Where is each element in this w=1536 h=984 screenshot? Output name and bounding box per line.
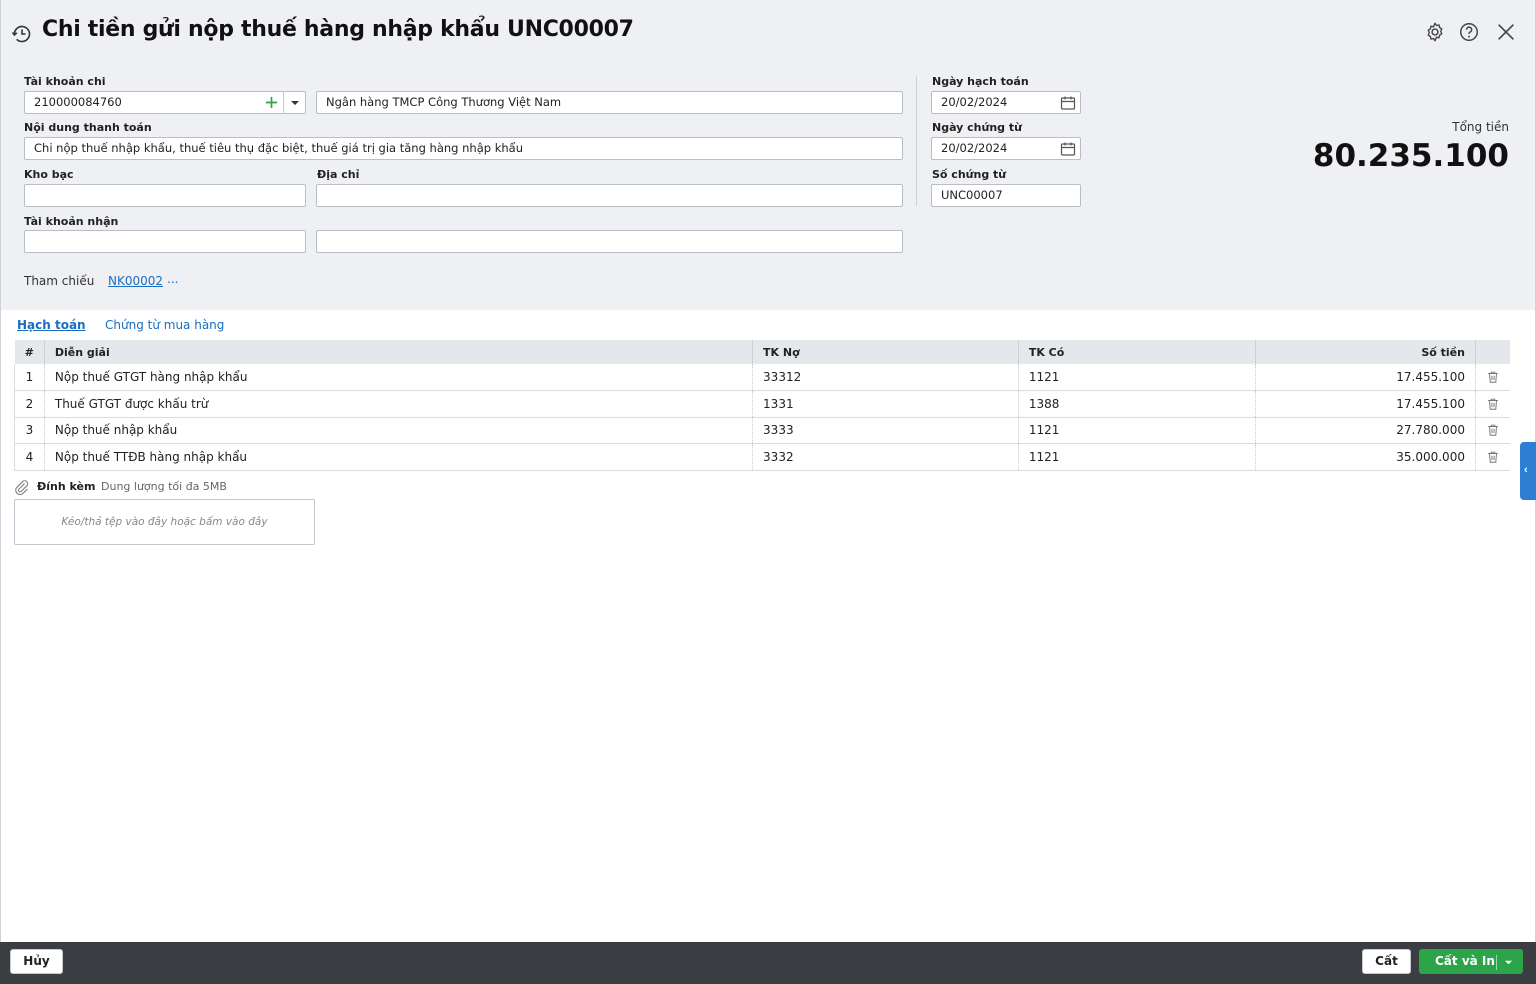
row-tk-co[interactable]: 1121 <box>1018 364 1256 391</box>
trash-icon[interactable] <box>1486 450 1500 464</box>
row-tk-co[interactable]: 1121 <box>1018 443 1256 471</box>
table-row[interactable]: 2 Thuế GTGT được khấu trừ 1331 1388 17.4… <box>14 390 1510 418</box>
ngay-hach-toan-value: 20/02/2024 <box>941 95 1008 109</box>
cancel-button[interactable]: Hủy <box>10 949 63 974</box>
caret-down-icon[interactable] <box>290 98 300 108</box>
save-and-print-label: Cất và In <box>1435 954 1495 968</box>
row-tk-no[interactable]: 3333 <box>752 417 1019 444</box>
row-dien-giai[interactable]: Nộp thuế GTGT hàng nhập khẩu <box>44 364 754 391</box>
so-chung-tu-label: Số chứng từ <box>932 168 1007 181</box>
tai-khoan-chi-input[interactable]: 210000084760 <box>24 91 306 114</box>
row-tk-co[interactable]: 1388 <box>1018 390 1256 418</box>
row-tk-no[interactable]: 1331 <box>752 390 1019 418</box>
row-tk-co[interactable]: 1121 <box>1018 417 1256 444</box>
row-dien-giai[interactable]: Nộp thuế nhập khẩu <box>44 417 754 444</box>
ngay-chung-tu-value: 20/02/2024 <box>941 141 1008 155</box>
paperclip-icon <box>15 480 29 495</box>
save-button[interactable]: Cất <box>1362 949 1411 974</box>
tham-chieu-link[interactable]: NK00002 <box>108 274 163 288</box>
row-so-tien[interactable]: 35.000.000 <box>1255 443 1476 471</box>
form-header-panel: Chi tiền gửi nộp thuế hàng nhập khẩu UNC… <box>0 0 1536 310</box>
input-divider <box>283 92 284 113</box>
dia-chi-label: Địa chỉ <box>317 168 360 181</box>
row-actions <box>1475 443 1510 471</box>
trash-icon[interactable] <box>1486 370 1500 384</box>
table-row[interactable]: 4 Nộp thuế TTĐB hàng nhập khẩu 3332 1121… <box>14 443 1510 471</box>
row-actions <box>1475 417 1510 444</box>
row-so-tien[interactable]: 17.455.100 <box>1255 364 1476 391</box>
tai-khoan-chi-label: Tài khoản chi <box>24 75 106 88</box>
chevron-left-icon: ‹ <box>1524 464 1528 476</box>
tai-khoan-chi-value: 210000084760 <box>34 95 122 109</box>
dia-chi-input[interactable] <box>316 184 903 207</box>
ngay-chung-tu-input[interactable]: 20/02/2024 <box>931 137 1081 160</box>
tai-khoan-nhan-input[interactable] <box>24 230 306 253</box>
tham-chieu-label: Tham chiếu <box>24 274 95 288</box>
tab-chung-tu-mua-hang[interactable]: Chứng từ mua hàng <box>105 318 224 332</box>
table-row[interactable]: 1 Nộp thuế GTGT hàng nhập khẩu 33312 112… <box>14 364 1510 391</box>
row-tk-no[interactable]: 33312 <box>752 364 1019 391</box>
tai-khoan-nhan-name-input[interactable] <box>316 230 903 253</box>
so-chung-tu-input[interactable]: UNC00007 <box>931 184 1081 207</box>
ngay-hach-toan-label: Ngày hạch toán <box>932 75 1029 88</box>
tai-khoan-nhan-label: Tài khoản nhận <box>24 215 119 228</box>
tham-chieu-more-button[interactable]: ... <box>167 272 178 286</box>
col-tk-co-header: TK Có <box>1018 340 1256 364</box>
vertical-divider <box>916 76 917 206</box>
bank-name-input[interactable]: Ngân hàng TMCP Công Thương Việt Nam <box>316 91 903 114</box>
row-actions <box>1475 364 1510 391</box>
ngay-hach-toan-input[interactable]: 20/02/2024 <box>931 91 1081 114</box>
history-icon <box>11 25 31 43</box>
attachment-dropzone[interactable]: Kéo/thả tệp vào đây hoặc bấm vào đây <box>14 499 315 545</box>
kho-bac-label: Kho bạc <box>24 168 74 181</box>
trash-icon[interactable] <box>1486 397 1500 411</box>
row-dien-giai[interactable]: Nộp thuế TTĐB hàng nhập khẩu <box>44 443 754 471</box>
col-index-header: # <box>14 340 45 364</box>
total-amount: 80.235.100 <box>1312 138 1509 174</box>
attachment-note: Dung lượng tối đa 5MB <box>101 480 227 493</box>
row-index: 1 <box>14 364 45 391</box>
total-label: Tổng tiền <box>1452 120 1509 134</box>
col-actions-header <box>1475 340 1510 364</box>
noi-dung-input[interactable]: Chi nộp thuế nhập khẩu, thuế tiêu thụ đặ… <box>24 137 903 160</box>
row-index: 4 <box>14 443 45 471</box>
help-icon[interactable] <box>1458 21 1480 43</box>
row-dien-giai[interactable]: Thuế GTGT được khấu trừ <box>44 390 754 418</box>
calendar-icon[interactable] <box>1060 95 1076 111</box>
page-title: Chi tiền gửi nộp thuế hàng nhập khẩu UNC… <box>42 17 634 42</box>
col-dien-giai-header: Diễn giải <box>44 340 754 364</box>
ngay-chung-tu-label: Ngày chứng từ <box>932 121 1022 134</box>
col-so-tien-header: Số tiền <box>1255 340 1476 364</box>
split-divider <box>1496 955 1497 970</box>
plus-icon[interactable] <box>264 95 279 110</box>
row-actions <box>1475 390 1510 418</box>
close-icon[interactable] <box>1495 21 1517 43</box>
col-tk-no-header: TK Nợ <box>752 340 1019 364</box>
attachment-label: Đính kèm <box>37 480 96 493</box>
noi-dung-label: Nội dung thanh toán <box>24 121 152 134</box>
table-row[interactable]: 3 Nộp thuế nhập khẩu 3333 1121 27.780.00… <box>14 417 1510 444</box>
trash-icon[interactable] <box>1486 423 1500 437</box>
row-index: 2 <box>14 390 45 418</box>
table-header-row: # Diễn giải TK Nợ TK Có Số tiền <box>14 340 1510 364</box>
row-tk-no[interactable]: 3332 <box>752 443 1019 471</box>
row-so-tien[interactable]: 27.780.000 <box>1255 417 1476 444</box>
calendar-icon[interactable] <box>1060 141 1076 157</box>
side-panel-toggle[interactable]: ‹ <box>1520 442 1536 500</box>
kho-bac-input[interactable] <box>24 184 306 207</box>
row-so-tien[interactable]: 17.455.100 <box>1255 390 1476 418</box>
tab-hach-toan[interactable]: Hạch toán <box>17 318 86 332</box>
window-border-left <box>0 310 1 942</box>
caret-down-icon[interactable] <box>1504 958 1513 967</box>
footer-bar: Hủy Cất Cất và In <box>0 942 1536 984</box>
save-and-print-button[interactable]: Cất và In <box>1419 949 1523 974</box>
gear-icon[interactable] <box>1424 21 1446 43</box>
hach-toan-table: # Diễn giải TK Nợ TK Có Số tiền 1 Nộp th… <box>14 340 1510 471</box>
row-index: 3 <box>14 417 45 444</box>
